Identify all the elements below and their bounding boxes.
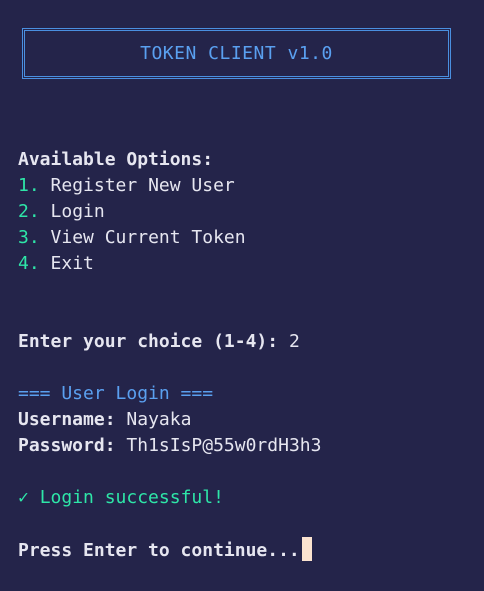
banner-title: TOKEN CLIENT v1.0 <box>140 43 333 64</box>
menu-item-label: Register New User <box>50 175 235 196</box>
choice-value: 2 <box>288 331 300 352</box>
menu-item-number: 2. <box>18 201 40 222</box>
username-line: Username: Nayaka <box>18 407 191 433</box>
menu-item-view-token: 3. View Current Token <box>18 225 246 251</box>
username-label: Username: <box>18 409 116 430</box>
login-success-message: ✓ Login successful! <box>18 485 224 511</box>
menu-item-register: 1. Register New User <box>18 173 235 199</box>
choice-prompt: Enter your choice (1-4): 2 <box>18 329 300 355</box>
choice-prompt-label: Enter your choice (1-4): <box>18 331 279 352</box>
success-text: Login successful! <box>39 487 224 508</box>
menu-item-label: Login <box>50 201 105 222</box>
password-label: Password: <box>18 435 116 456</box>
username-value: Nayaka <box>126 409 192 430</box>
check-icon: ✓ <box>18 487 29 508</box>
menu-item-login: 2. Login <box>18 199 105 225</box>
menu-item-number: 3. <box>18 227 40 248</box>
login-heading: === User Login === <box>18 383 214 404</box>
menu-item-exit: 4. Exit <box>18 251 94 277</box>
continue-prompt[interactable]: Press Enter to continue... <box>18 537 312 563</box>
password-line: Password: Th1sIsP@55w0rdH3h3 <box>18 433 321 459</box>
text-cursor[interactable] <box>301 537 312 561</box>
title-banner: TOKEN CLIENT v1.0 <box>22 28 451 79</box>
menu-heading: Available Options: <box>18 149 214 170</box>
menu-item-label: View Current Token <box>50 227 246 248</box>
continue-text: Press Enter to continue... <box>18 540 300 561</box>
menu-item-label: Exit <box>50 253 94 274</box>
password-value: Th1sIsP@55w0rdH3h3 <box>126 435 322 456</box>
menu-item-number: 1. <box>18 175 40 196</box>
menu-item-number: 4. <box>18 253 40 274</box>
